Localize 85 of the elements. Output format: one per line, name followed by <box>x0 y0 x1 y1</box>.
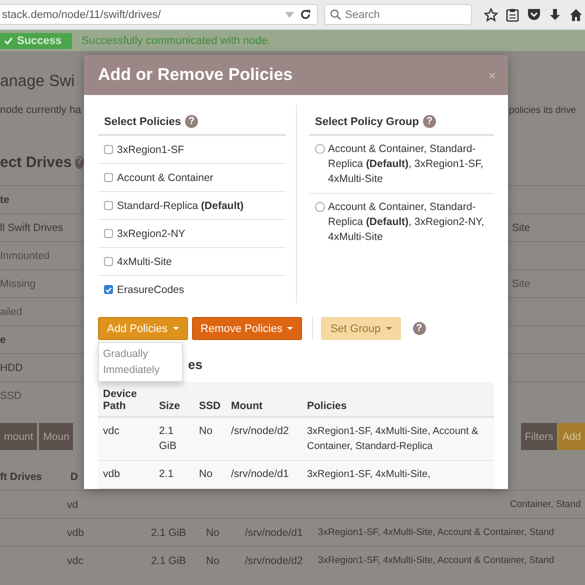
checkbox-label[interactable]: ErasureCodes <box>117 284 184 296</box>
help-icon[interactable]: ? <box>422 115 436 128</box>
checkbox[interactable] <box>104 173 113 182</box>
table-cell-text: 3xRegion1-SF, 4xMulti-Site, Account & Container, Stand <box>318 555 556 566</box>
address-bar[interactable]: stack.demo/node/11/swift/drives/ <box>0 4 318 25</box>
success-badge: Success <box>0 32 72 48</box>
table-cell: No <box>194 460 226 488</box>
radio-label[interactable]: Account & Container, Standard-Replica (Default), 3xRegion1-SF, 4xMulti-Site <box>328 142 488 187</box>
menu-item[interactable]: Gradually <box>99 346 182 362</box>
table-cell: vdc <box>98 417 154 460</box>
table-cell: /srv/node/d1 <box>226 460 302 488</box>
column-header: Mount <box>226 382 302 417</box>
filter-item: e <box>0 334 7 346</box>
intro-text: policies its drive <box>508 104 578 116</box>
column-header: D <box>70 471 78 483</box>
table-cell: 2.1 GiB <box>154 417 194 460</box>
help-icon[interactable]: ? <box>74 156 84 168</box>
clipboard-icon[interactable] <box>506 8 519 22</box>
checkbox[interactable] <box>104 229 113 238</box>
column-heading: Select Policies <box>104 116 182 128</box>
table-cell-text: vdb <box>67 526 85 538</box>
menu-item[interactable]: Immediately <box>99 362 182 378</box>
intro-text: node currently ha <box>0 104 82 116</box>
table-cell: 3xRegion1-SF, 4xMulti-Site, <box>302 460 494 488</box>
table-cell-text: vdc <box>67 554 84 566</box>
column-header: Device Path <box>98 382 154 417</box>
checkbox-label[interactable]: Standard-Replica (Default) <box>117 200 244 212</box>
help-icon[interactable]: ? <box>412 322 426 335</box>
checkbox[interactable] <box>104 201 113 210</box>
filter-item[interactable]: ll Swift Drives <box>0 222 84 234</box>
remove-policies-button[interactable]: Remove Policies <box>192 317 302 340</box>
table-cell-text: Container, Stand <box>509 499 582 510</box>
table-cell-text: vd <box>66 498 79 510</box>
radio-button[interactable] <box>315 144 325 154</box>
section-heading: es <box>188 357 202 372</box>
filter-item: te <box>0 194 10 206</box>
dialog-title: Add or Remove Policies <box>98 65 293 85</box>
section-title: ect Drives <box>0 154 72 170</box>
toolbar-button[interactable]: Add <box>558 423 585 450</box>
checkbox[interactable] <box>104 285 113 294</box>
checkbox-label[interactable]: 3xRegion1-SF <box>117 144 184 156</box>
table-cell-text: No <box>206 526 220 538</box>
radio-label[interactable]: Account & Container, Standard-Replica (Default), 3xRegion2-NY, 4xMulti-Site <box>328 200 488 245</box>
table-cell-text: /srv/node/d1 <box>245 526 304 538</box>
column-header: Policies <box>302 382 494 417</box>
star-icon[interactable] <box>484 8 498 22</box>
radio-button[interactable] <box>315 202 325 212</box>
dropdown-icon[interactable] <box>285 12 294 18</box>
table-cell: 3xRegion1-SF, 4xMulti-Site, Account & Container, Standard-Replica <box>302 417 494 460</box>
table-cell: 2.1 <box>154 460 194 488</box>
home-icon[interactable] <box>569 8 583 21</box>
close-button[interactable]: × <box>488 68 496 82</box>
toolbar-button[interactable]: Filters <box>520 423 558 450</box>
alert-message: Successfully communicated with node. <box>82 34 271 46</box>
column-header: SSD <box>194 382 226 417</box>
checkbox[interactable] <box>104 257 113 266</box>
table-cell: vdb <box>98 460 154 488</box>
toolbar-button[interactable]: mount <box>0 423 38 450</box>
reload-icon[interactable] <box>300 9 311 20</box>
checkbox-label[interactable]: Account & Container <box>117 172 214 184</box>
table-cell-text: 2.1 GiB <box>151 526 188 538</box>
check-icon <box>4 36 13 44</box>
page-title: anage Swi <box>0 73 76 91</box>
table-cell: No <box>194 417 226 460</box>
table-cell-text: 2.1 GiB <box>151 554 188 566</box>
column-header: Size <box>154 382 194 417</box>
table-cell-text: /srv/node/d2 <box>245 554 304 566</box>
table-cell-text: Site <box>511 222 532 234</box>
download-icon[interactable] <box>549 8 561 22</box>
table-cell-text: No <box>206 554 220 566</box>
table-cell-text: Site <box>511 278 532 290</box>
toolbar-button[interactable]: Moun <box>39 423 74 450</box>
column-header: ft Drives <box>0 471 42 483</box>
column-heading: Select Policy Group <box>315 116 419 128</box>
table-cell: /srv/node/d2 <box>226 417 302 460</box>
checkbox[interactable] <box>104 145 113 154</box>
search-field[interactable]: Search <box>324 4 472 25</box>
checkbox-label[interactable]: 3xRegion2-NY <box>117 228 186 240</box>
add-policies-button[interactable]: Add Policies <box>98 317 188 340</box>
table-cell-text: 3xRegion1-SF, 4xMulti-Site, Account & Container, Stand <box>318 527 556 538</box>
checkbox-label[interactable]: 4xMulti-Site <box>117 256 172 268</box>
url-text: stack.demo/node/11/swift/drives/ <box>2 8 162 20</box>
pocket-icon[interactable] <box>527 8 541 21</box>
help-icon[interactable]: ? <box>185 115 198 128</box>
filter-item[interactable]: HDD <box>0 362 84 374</box>
